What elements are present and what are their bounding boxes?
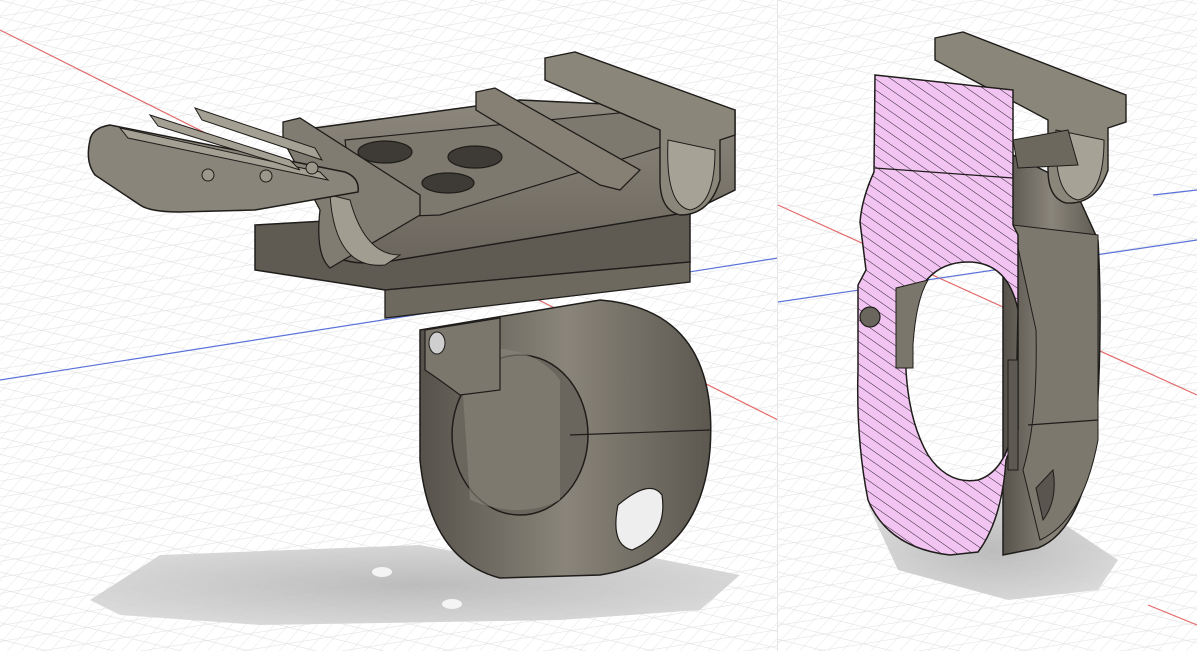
model-view-svg bbox=[0, 0, 778, 651]
shadow-hole-highlight bbox=[372, 567, 392, 577]
section-pin-hole bbox=[859, 306, 881, 328]
mount-hole-2 bbox=[447, 145, 503, 169]
section-slot bbox=[1007, 359, 1019, 471]
grip-nub-1 bbox=[201, 168, 215, 182]
canvas-viewport[interactable] bbox=[0, 0, 1197, 651]
section-view-svg bbox=[778, 0, 1197, 651]
shadow-hole-highlight bbox=[442, 599, 462, 609]
tab-hole bbox=[428, 331, 446, 355]
grip-nub-2 bbox=[259, 169, 273, 183]
mount-hole-3 bbox=[421, 172, 475, 194]
grip-nub-3 bbox=[305, 161, 319, 175]
clamp-ring[interactable] bbox=[419, 299, 712, 579]
model-view-pane[interactable] bbox=[0, 0, 778, 651]
section-view-pane[interactable] bbox=[778, 0, 1197, 651]
